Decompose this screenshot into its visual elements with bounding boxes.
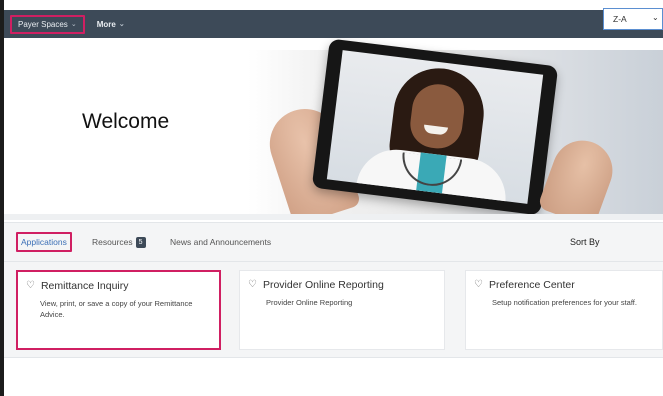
- nav-more-label: More: [96, 19, 116, 29]
- tab-applications-label: Applications: [21, 237, 67, 247]
- chevron-down-icon: ⌄: [118, 21, 125, 28]
- heart-outline-icon[interactable]: ♡: [26, 281, 35, 291]
- divider: [4, 214, 663, 220]
- app-card-preference-center[interactable]: ♡ Preference Center Setup notification p…: [465, 270, 663, 350]
- chevron-down-icon: ⌄: [70, 21, 77, 28]
- hero-banner: Welcome: [4, 38, 663, 214]
- nav-more[interactable]: More ⌄: [91, 14, 131, 34]
- card-description: View, print, or save a copy of your Remi…: [40, 299, 193, 319]
- heart-outline-icon[interactable]: ♡: [248, 280, 257, 290]
- sort-by-label: Sort By: [570, 237, 600, 247]
- card-title: Provider Online Reporting: [262, 279, 384, 291]
- card-title: Remittance Inquiry: [40, 280, 129, 292]
- hero-image-screen: [326, 50, 544, 204]
- card-description: Setup notification preferences for your …: [492, 298, 637, 307]
- app-card-remittance-inquiry[interactable]: ♡ Remittance Inquiry View, print, or sav…: [16, 270, 221, 350]
- tab-news-and-announcements[interactable]: News and Announcements: [170, 232, 271, 252]
- page-title: Welcome: [82, 110, 170, 133]
- tab-resources-label: Resources: [92, 237, 133, 247]
- nav-payer-spaces[interactable]: Payer Spaces ⌄: [10, 14, 85, 34]
- card-title-row: ♡ Provider Online Reporting: [248, 279, 436, 291]
- tabs-bar: Applications Resources 5 News and Announ…: [4, 222, 663, 262]
- chevron-down-icon: ⌄: [652, 13, 659, 22]
- card-title-row: ♡ Preference Center: [474, 279, 654, 291]
- heart-outline-icon[interactable]: ♡: [474, 280, 483, 290]
- card-description: Provider Online Reporting: [266, 298, 353, 307]
- hero-image-tablet: [311, 38, 559, 214]
- tab-applications[interactable]: Applications: [16, 232, 72, 252]
- tab-news-label: News and Announcements: [170, 237, 272, 247]
- card-title-row: ♡ Remittance Inquiry: [26, 280, 211, 292]
- nav-payer-spaces-label: Payer Spaces: [18, 19, 68, 29]
- sort-by-value: Z-A: [613, 14, 627, 24]
- resources-count-badge: 5: [135, 236, 146, 248]
- app-card-provider-online-reporting[interactable]: ♡ Provider Online Reporting Provider Onl…: [239, 270, 445, 350]
- card-title: Preference Center: [488, 279, 575, 291]
- tab-resources[interactable]: Resources 5: [92, 232, 146, 252]
- applications-list: ♡ Remittance Inquiry View, print, or sav…: [4, 262, 663, 358]
- top-navigation-bar: Payer Spaces ⌄ More ⌄: [4, 10, 663, 38]
